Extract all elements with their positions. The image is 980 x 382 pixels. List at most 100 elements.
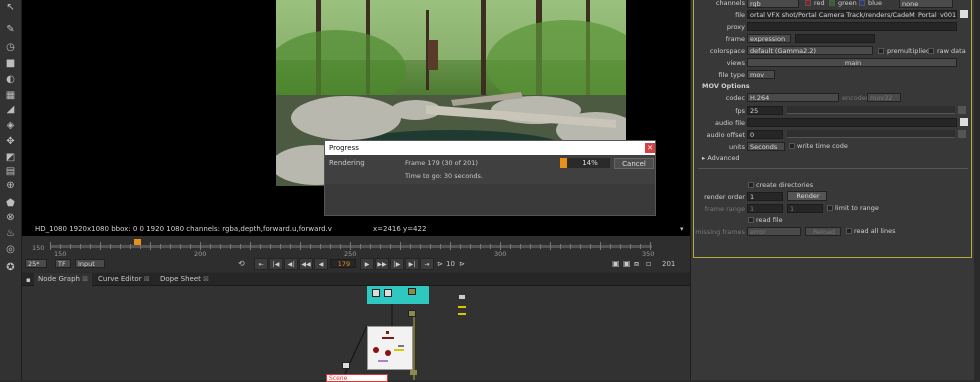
furnace-icon[interactable]: ♨	[4, 228, 17, 240]
red-checkbox[interactable]	[805, 0, 811, 6]
raw-data-checkbox[interactable]	[928, 48, 934, 54]
advanced-toggle[interactable]: ▸ Advanced	[702, 154, 739, 162]
keyer-icon[interactable]: ◢	[4, 104, 17, 116]
reload-button[interactable]: Reload	[805, 227, 841, 236]
last-frame-button[interactable]: ▶|	[405, 258, 419, 270]
tab-curve-editor[interactable]: Curve Editor ⊠	[94, 273, 154, 286]
premultiplied-checkbox[interactable]	[878, 48, 884, 54]
transform-icon[interactable]: ✥	[4, 136, 17, 148]
merge-icon[interactable]: ◈	[4, 120, 17, 132]
read-all-lines-checkbox[interactable]	[846, 228, 852, 234]
flipbook-icon[interactable]: ▣	[623, 259, 631, 268]
fps-slider[interactable]	[787, 106, 955, 114]
channels-dropdown[interactable]: rgb	[747, 0, 799, 8]
metadata-icon[interactable]: ⊕	[4, 180, 17, 192]
close-icon[interactable]: ⊠	[82, 275, 88, 283]
tab-dope-sheet[interactable]: Dope Sheet ⊠	[156, 273, 213, 286]
play-back-button[interactable]: ◀	[314, 258, 328, 270]
toolsets-icon[interactable]: ⬟	[4, 198, 17, 210]
backdrop-node[interactable]	[367, 326, 413, 370]
color-icon[interactable]: ◐	[4, 74, 17, 86]
node-thumb-icon[interactable]	[342, 362, 350, 369]
ruler-tick	[370, 244, 371, 249]
views-dropdown[interactable]: main	[747, 58, 957, 67]
file-type-dropdown[interactable]: mov	[747, 70, 775, 79]
3d-icon[interactable]: ◩	[4, 152, 17, 164]
node-thumb-icon[interactable]	[372, 289, 380, 297]
mode-dropdown[interactable]: Input	[75, 259, 105, 268]
prev-key-button[interactable]: ◀|	[284, 258, 298, 270]
audio-file-field[interactable]	[747, 118, 957, 127]
tab-node-graph[interactable]: Node Graph ⊠	[34, 273, 93, 286]
units-dropdown[interactable]: Seconds	[747, 142, 785, 151]
in-point-button[interactable]: ⇤	[254, 258, 268, 270]
current-frame-field[interactable]: 179	[330, 259, 356, 268]
close-icon[interactable]: ⊠	[203, 275, 209, 283]
out-point-button[interactable]: ⇥	[420, 258, 434, 270]
read-file-checkbox[interactable]	[748, 217, 754, 223]
tc-icon[interactable]: ▫	[646, 259, 651, 268]
other-icon[interactable]: ⊗	[4, 212, 17, 224]
next-key-button[interactable]: |▶	[390, 258, 404, 270]
views-icon[interactable]: ▤	[4, 166, 17, 178]
frame-dropdown[interactable]: expression	[747, 34, 791, 43]
first-frame-button[interactable]: |◀	[269, 258, 283, 270]
scene-node[interactable]: Scene	[326, 374, 388, 382]
node-small[interactable]	[410, 370, 417, 375]
fps-dropdown[interactable]: 25*	[25, 259, 47, 268]
step-back-button[interactable]: ◀◀	[299, 258, 313, 270]
ocula-icon[interactable]: ◎	[4, 244, 17, 256]
audio-offset-slider[interactable]	[787, 130, 955, 138]
fps-field[interactable]: 25	[747, 106, 783, 115]
cancel-button[interactable]: Cancel	[614, 158, 654, 169]
filter-icon[interactable]: ▦	[4, 90, 17, 102]
missing-frames-dropdown[interactable]: error	[747, 227, 801, 236]
pause-icon[interactable]: ⧈	[634, 259, 639, 269]
paint-icon[interactable]: ✎	[4, 24, 17, 36]
render-button[interactable]: Render	[787, 191, 827, 201]
step-forward-button[interactable]: ▶▶	[375, 258, 389, 270]
tab-menu-icon[interactable]: ▪	[26, 276, 31, 284]
create-dirs-checkbox[interactable]	[748, 182, 754, 188]
frame-range-start[interactable]: 1	[747, 204, 783, 213]
monitor-icon[interactable]: ▣	[612, 259, 620, 268]
codec-dropdown[interactable]: H.264	[747, 93, 839, 102]
node-small[interactable]	[458, 294, 466, 300]
scroll-down-icon[interactable]: ▾	[680, 222, 684, 236]
audio-browse-icon[interactable]	[960, 118, 968, 126]
close-icon[interactable]: ⊠	[144, 275, 150, 283]
encoder-dropdown[interactable]: mov32	[867, 93, 901, 102]
blue-checkbox[interactable]	[859, 0, 865, 6]
file-browse-icon[interactable]	[960, 10, 968, 18]
write-timecode-checkbox[interactable]	[789, 143, 795, 149]
render-order-field[interactable]: 1	[747, 192, 783, 201]
time-icon[interactable]: ◷	[4, 42, 17, 54]
playhead[interactable]	[134, 239, 141, 245]
node-small[interactable]	[408, 310, 416, 317]
audio-offset-field[interactable]: 0	[747, 130, 783, 139]
loop-icon[interactable]: ⟲	[238, 259, 245, 268]
limit-range-checkbox[interactable]	[827, 205, 833, 211]
frame-range-end[interactable]: 1	[787, 204, 823, 213]
step-size[interactable]: 10	[446, 260, 455, 268]
pointer-icon[interactable]: ↖	[4, 2, 17, 14]
nuke-icon[interactable]: ✪	[4, 262, 17, 274]
proxy-field[interactable]	[747, 22, 957, 31]
skip-forward-icon[interactable]: ⊳	[459, 260, 465, 268]
channel-icon[interactable]: ■	[4, 58, 17, 70]
node-small[interactable]	[408, 288, 416, 295]
green-checkbox[interactable]	[829, 0, 835, 6]
animation-icon[interactable]	[958, 130, 966, 138]
close-icon[interactable]: ✕	[645, 143, 655, 153]
file-field[interactable]: ortal VFX shot/Portal Camera Track/rende…	[747, 10, 957, 19]
frame-expression-field[interactable]	[795, 34, 875, 43]
props-scrollbar[interactable]	[974, 0, 980, 380]
skip-icon[interactable]: ⊳	[437, 260, 443, 268]
node-thumb-icon[interactable]	[384, 289, 392, 297]
play-button[interactable]: ▶	[360, 258, 374, 270]
alpha-dropdown[interactable]: none	[899, 0, 953, 8]
tf-dropdown[interactable]: TF	[55, 259, 71, 268]
node-graph[interactable]: Scene	[22, 286, 690, 382]
animation-icon[interactable]	[958, 106, 966, 114]
colorspace-dropdown[interactable]: default (Gamma2.2)	[747, 46, 873, 55]
